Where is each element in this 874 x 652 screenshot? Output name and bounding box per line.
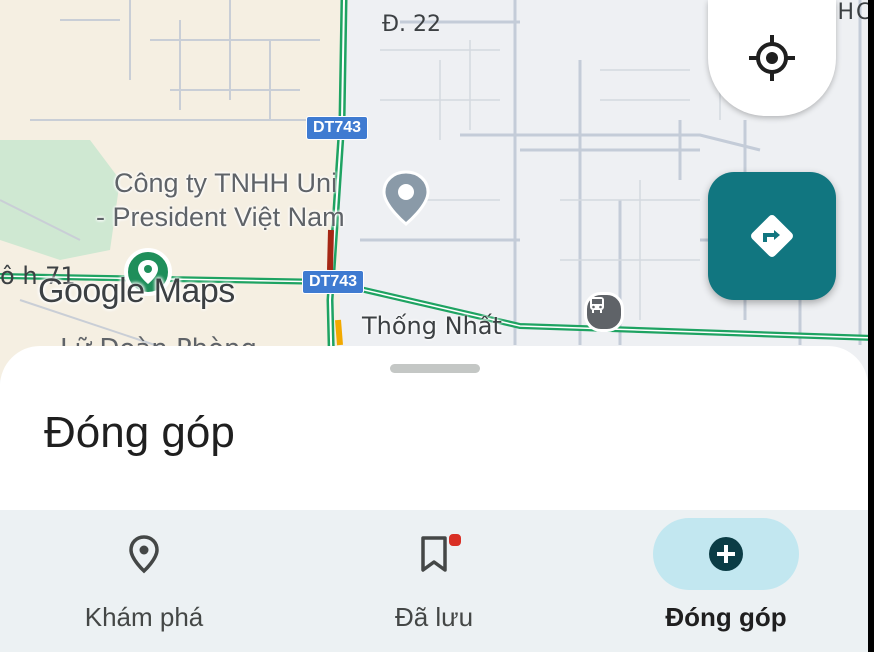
route-shield-dt743-mid: DT743 <box>302 270 365 294</box>
sheet-title: Đóng góp <box>44 408 235 457</box>
poi-label-line2: - President Việt Nam <box>96 202 345 232</box>
nav-item-explore[interactable]: Khám phá <box>44 510 244 652</box>
bookmark-icon <box>421 536 447 572</box>
google-maps-logo: Google Maps <box>38 272 235 310</box>
my-location-button[interactable] <box>708 0 836 116</box>
bottom-navigation: Khám phá Đã lưu Đóng góp <box>0 510 868 652</box>
nav-label-saved: Đã lưu <box>394 602 474 632</box>
nav-item-contribute[interactable]: Đóng góp <box>626 510 826 652</box>
sheet-drag-handle[interactable] <box>390 364 480 373</box>
directions-icon <box>751 215 793 257</box>
road-label-d22: Đ. 22 <box>382 12 442 37</box>
road-label-thong-nhat: Thống Nhất <box>362 312 502 340</box>
nav-label-explore: Khám phá <box>84 602 204 632</box>
nav-item-saved[interactable]: Đã lưu <box>334 510 534 652</box>
location-pin-icon <box>129 535 159 574</box>
route-shield-dt743-top: DT743 <box>306 116 369 140</box>
saved-notification-dot <box>447 532 463 548</box>
poi-label-line1: Công ty TNHH Uni <box>114 168 338 198</box>
add-circle-icon <box>709 537 743 571</box>
nav-label-contribute: Đóng góp <box>665 602 787 632</box>
screen-edge <box>868 0 874 652</box>
bus-stop-icon[interactable] <box>584 292 624 332</box>
poi-label[interactable]: Công ty TNHH Uni - President Việt Nam <box>96 166 345 234</box>
crosshair-icon <box>749 35 795 81</box>
directions-button[interactable] <box>708 172 836 300</box>
bottom-sheet[interactable]: Đóng góp <box>0 346 868 510</box>
